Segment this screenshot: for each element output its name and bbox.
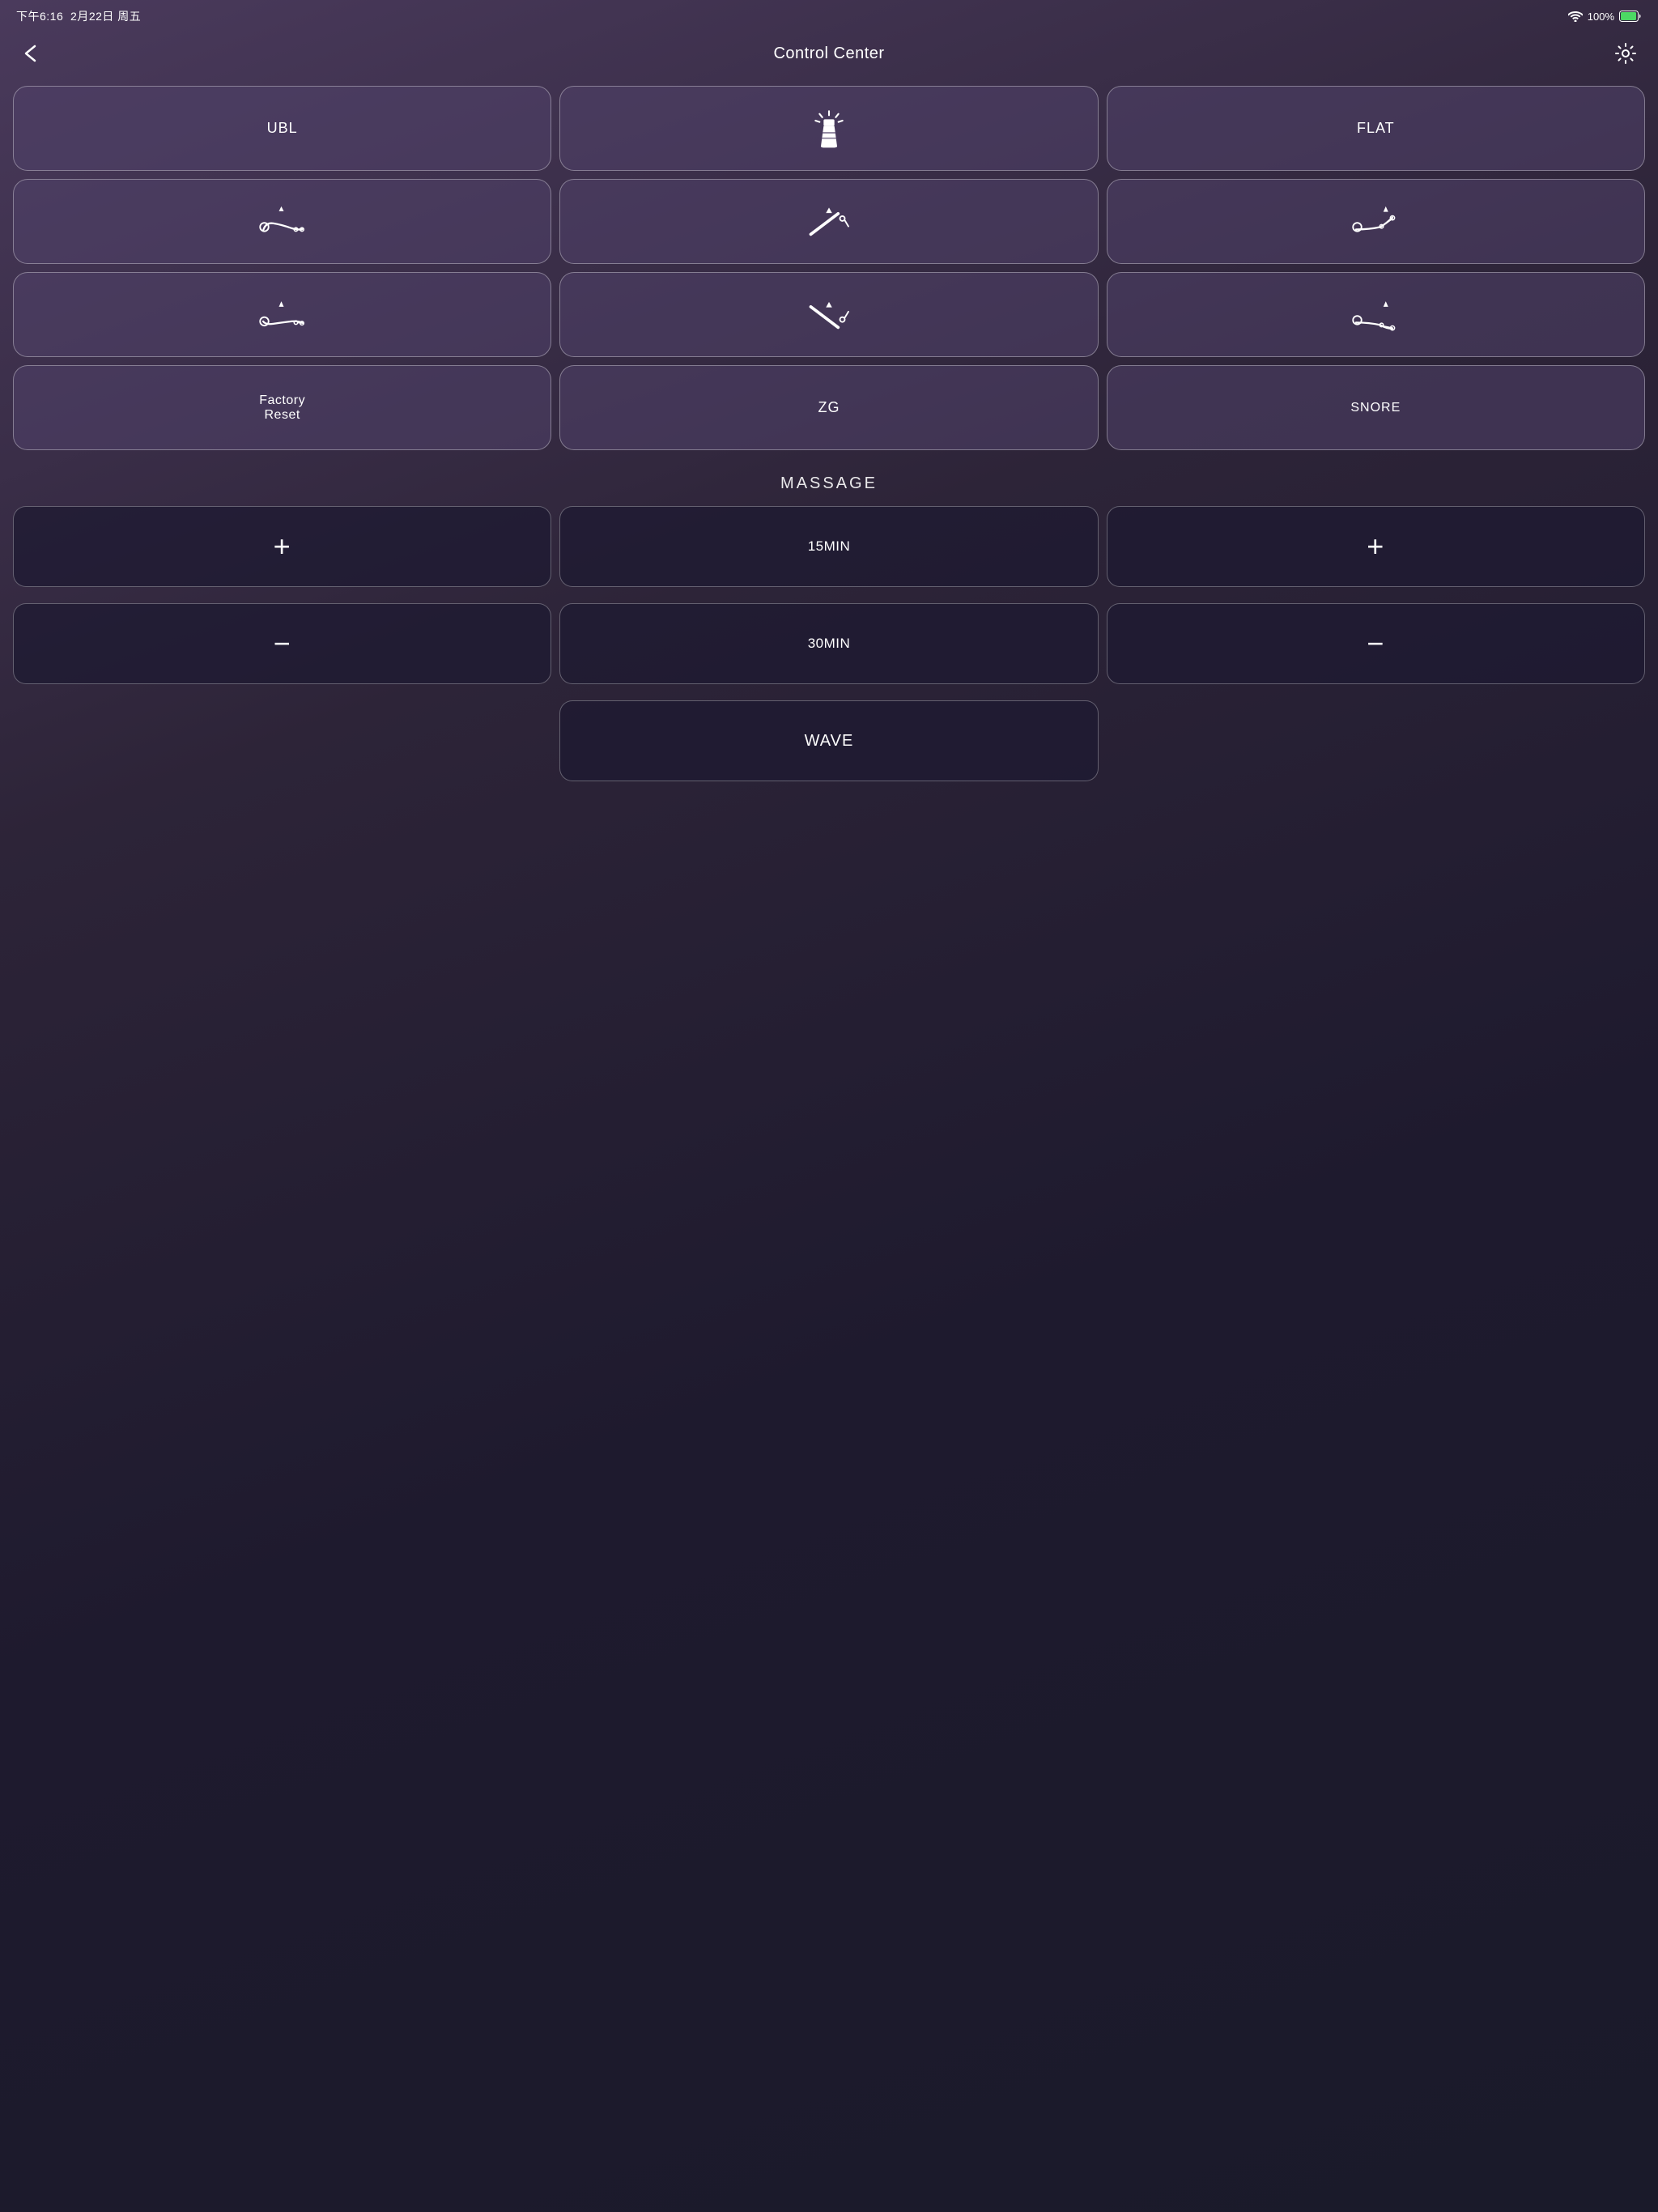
massage-row-1: + 15MIN +: [13, 506, 1645, 587]
back-arrow-icon: [22, 45, 43, 62]
factory-reset-button[interactable]: FactoryReset: [13, 365, 551, 450]
control-row-3: [13, 272, 1645, 357]
flashlight-button[interactable]: [559, 86, 1098, 171]
snore-button[interactable]: SNORE: [1107, 365, 1645, 450]
minus-right-button[interactable]: −: [1107, 603, 1645, 684]
snore-label: SNORE: [1350, 401, 1401, 415]
control-row-4: FactoryReset ZG SNORE: [13, 365, 1645, 450]
15min-label: 15MIN: [808, 538, 851, 555]
zg-button[interactable]: ZG: [559, 365, 1098, 450]
wave-label: WAVE: [805, 732, 854, 751]
page-title: Control Center: [49, 45, 1609, 63]
status-time: 下午6:16 2月22日 周五: [16, 8, 141, 24]
plus-left-label: +: [274, 530, 291, 564]
head-up-icon: [258, 202, 307, 242]
wave-placeholder-left: [13, 700, 551, 781]
leg-up-icon: [1351, 202, 1400, 242]
15min-button[interactable]: 15MIN: [559, 506, 1098, 587]
wave-row: WAVE: [13, 700, 1645, 781]
head-down-button[interactable]: [13, 272, 551, 357]
massage-row-2: − 30MIN −: [13, 603, 1645, 684]
wave-placeholder-right: [1107, 700, 1645, 781]
plus-left-button[interactable]: +: [13, 506, 551, 587]
leg-down-button[interactable]: [1107, 272, 1645, 357]
wifi-icon: [1568, 11, 1583, 22]
head-down-icon: [258, 295, 307, 335]
leg-down-icon: [1351, 295, 1400, 335]
head-up-button[interactable]: [13, 179, 551, 264]
flat-button[interactable]: FLAT: [1107, 86, 1645, 171]
wave-button[interactable]: WAVE: [559, 700, 1098, 781]
header: Control Center: [0, 29, 1658, 81]
control-row-2: [13, 179, 1645, 264]
status-bar: 下午6:16 2月22日 周五 100%: [0, 0, 1658, 29]
back-up-button[interactable]: [559, 179, 1098, 264]
ubl-button[interactable]: UBL: [13, 86, 551, 171]
status-right: 100%: [1568, 11, 1642, 23]
minus-left-label: −: [274, 627, 291, 661]
back-button[interactable]: [16, 37, 49, 70]
flashlight-icon: [805, 108, 853, 149]
main-content: UBL FLAT: [0, 81, 1658, 2212]
back-up-icon: [805, 202, 853, 242]
flat-label: FLAT: [1357, 120, 1395, 137]
30min-label: 30MIN: [808, 636, 851, 652]
minus-left-button[interactable]: −: [13, 603, 551, 684]
30min-button[interactable]: 30MIN: [559, 603, 1098, 684]
zg-label: ZG: [818, 399, 840, 416]
battery-icon: [1619, 11, 1642, 22]
ubl-label: UBL: [267, 120, 298, 137]
battery-percent: 100%: [1588, 11, 1614, 23]
control-row-1: UBL FLAT: [13, 86, 1645, 171]
gear-icon: [1614, 42, 1637, 65]
plus-right-button[interactable]: +: [1107, 506, 1645, 587]
back-down-icon: [805, 295, 853, 335]
leg-up-button[interactable]: [1107, 179, 1645, 264]
plus-right-label: +: [1367, 530, 1384, 564]
settings-button[interactable]: [1609, 37, 1642, 70]
back-down-button[interactable]: [559, 272, 1098, 357]
minus-right-label: −: [1367, 627, 1384, 661]
factory-reset-label: FactoryReset: [259, 393, 305, 423]
massage-section-label: MASSAGE: [13, 474, 1645, 493]
